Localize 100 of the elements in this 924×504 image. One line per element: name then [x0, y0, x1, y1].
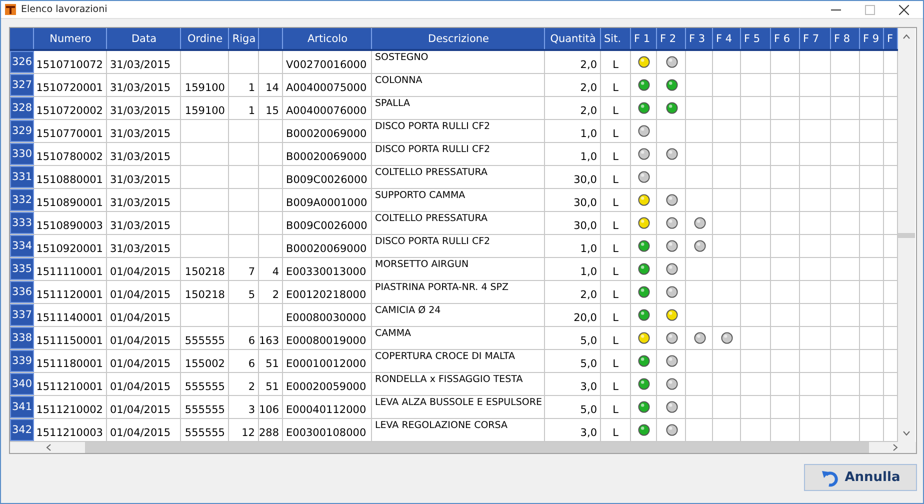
- table-cell-text: 6: [247, 357, 256, 372]
- column-header[interactable]: Ordine: [181, 28, 229, 49]
- table-cell-text: E00300108000: [285, 426, 368, 441]
- row-header[interactable]: 327: [10, 74, 34, 96]
- table-cell-text: DISCO PORTA RULLI CF2: [374, 143, 492, 157]
- scroll-thumb[interactable]: [898, 232, 915, 238]
- status-light: [666, 424, 678, 436]
- status-light: [666, 263, 678, 275]
- table-cell-text: COLTELLO PRESSATURA: [374, 166, 488, 180]
- row-header[interactable]: 333: [10, 212, 34, 234]
- row-header[interactable]: 330: [10, 143, 34, 165]
- row-header[interactable]: 335: [10, 258, 34, 280]
- status-light: [638, 355, 650, 367]
- column-header[interactable]: F 7: [800, 28, 831, 49]
- column-header[interactable]: Data: [107, 28, 181, 49]
- column-header[interactable]: Sit.: [601, 28, 631, 49]
- column-header[interactable]: F 4: [713, 28, 741, 49]
- row-header[interactable]: 339: [10, 350, 34, 372]
- table-cell-text: B00020069000: [285, 242, 368, 257]
- column-header[interactable]: F 3: [686, 28, 713, 49]
- table-cell-text: 555555: [184, 334, 226, 349]
- table-cell-text: RONDELLA x FISSAGGIO TESTA: [374, 373, 524, 387]
- table-cell-text: 1511120001: [35, 288, 104, 303]
- status-light: [638, 240, 650, 252]
- column-header[interactable]: Descrizione: [372, 28, 545, 49]
- status-light: [666, 286, 678, 298]
- row-header[interactable]: 326: [10, 51, 34, 73]
- row-header[interactable]: 331: [10, 166, 34, 188]
- status-light: [638, 56, 650, 68]
- table-cell-text: DISCO PORTA RULLI CF2: [374, 235, 492, 249]
- row-header[interactable]: 340: [10, 373, 34, 395]
- table-cell-text: COLONNA: [374, 74, 424, 88]
- row-header[interactable]: 334: [10, 235, 34, 257]
- column-header[interactable]: F 2: [657, 28, 686, 49]
- table-cell-text: 1511210002: [35, 403, 104, 418]
- table-cell-text: SUPPORTO CAMMA: [374, 189, 466, 203]
- column-header[interactable]: F 1: [631, 28, 657, 49]
- status-light: [638, 286, 650, 298]
- table-cell-text: 1510890003: [35, 219, 104, 234]
- scroll-left-icon[interactable]: [46, 444, 51, 451]
- table-cell-text: 7: [247, 265, 256, 280]
- table-cell-text: 30,0: [572, 196, 598, 211]
- scroll-right-icon[interactable]: [893, 444, 898, 451]
- status-light: [638, 424, 650, 436]
- table-cell-text: CAMICIA Ø 24: [374, 304, 442, 318]
- scroll-up-icon[interactable]: [903, 34, 910, 39]
- status-light: [666, 378, 678, 390]
- table-cell-text: LEVA ALZA BUSSOLE E ESPULSORE: [374, 396, 543, 410]
- table-cell-text: L: [612, 334, 620, 349]
- table-cell-text: 01/04/2015: [109, 265, 172, 280]
- row-header[interactable]: 338: [10, 327, 34, 349]
- table-cell-text: E00080030000: [285, 311, 368, 326]
- row-header[interactable]: 328: [10, 97, 34, 119]
- table-cell-text: CAMMA: [374, 327, 412, 341]
- table-cell-text: 3: [247, 403, 256, 418]
- table-cell-text: 1511210001: [35, 380, 104, 395]
- vertical-scrollbar[interactable]: [898, 28, 915, 442]
- table-cell-text: L: [612, 288, 620, 303]
- row-header[interactable]: 342: [10, 419, 34, 441]
- table-cell-text: 1510710072: [35, 58, 104, 73]
- column-header[interactable]: F 9: [860, 28, 884, 49]
- scroll-down-icon[interactable]: [903, 431, 910, 436]
- status-light: [638, 79, 650, 91]
- status-light: [638, 217, 650, 229]
- table-cell-text: L: [612, 311, 620, 326]
- row-header[interactable]: 329: [10, 120, 34, 142]
- row-header[interactable]: 336: [10, 281, 34, 303]
- table-cell-text: 51: [264, 380, 280, 395]
- table-cell-text: LEVA REGOLAZIONE CORSA: [374, 419, 508, 433]
- status-light: [638, 378, 650, 390]
- table-cell-text: E00040112000: [285, 403, 368, 418]
- table-cell-text: COPERTURA CROCE DI MALTA: [374, 350, 516, 364]
- column-header[interactable]: Riga: [229, 28, 259, 49]
- column-header[interactable]: Numero: [34, 28, 107, 49]
- column-header[interactable]: F: [884, 28, 898, 49]
- column-header[interactable]: Articolo: [283, 28, 372, 49]
- table-cell-text: L: [612, 173, 620, 188]
- column-header[interactable]: F 6: [771, 28, 800, 49]
- status-light: [694, 332, 706, 344]
- table-cell-text: 150218: [184, 265, 226, 280]
- row-header[interactable]: 337: [10, 304, 34, 326]
- column-header[interactable]: F 8: [831, 28, 860, 49]
- table-cell-text: 2: [271, 288, 280, 303]
- table-cell-text: 1511210003: [35, 426, 104, 441]
- close-icon[interactable]: [899, 4, 909, 14]
- table-cell-text: 31/03/2015: [109, 127, 172, 142]
- cancel-button[interactable]: Annulla: [804, 464, 917, 491]
- status-light: [666, 102, 678, 114]
- undo-icon: [820, 468, 839, 486]
- row-header[interactable]: 332: [10, 189, 34, 211]
- table-cell-text: 01/04/2015: [109, 403, 172, 418]
- table-cell-text: 31/03/2015: [109, 196, 172, 211]
- table-cell-text: 31/03/2015: [109, 81, 172, 96]
- column-header[interactable]: Quantità: [545, 28, 601, 49]
- table-cell-text: 2,0: [579, 288, 598, 303]
- column-header[interactable]: F 5: [741, 28, 771, 49]
- table-cell-text: 12: [240, 426, 256, 441]
- row-header[interactable]: 341: [10, 396, 34, 418]
- table-cell-text: 01/04/2015: [109, 288, 172, 303]
- table-cell-text: 2,0: [579, 58, 598, 73]
